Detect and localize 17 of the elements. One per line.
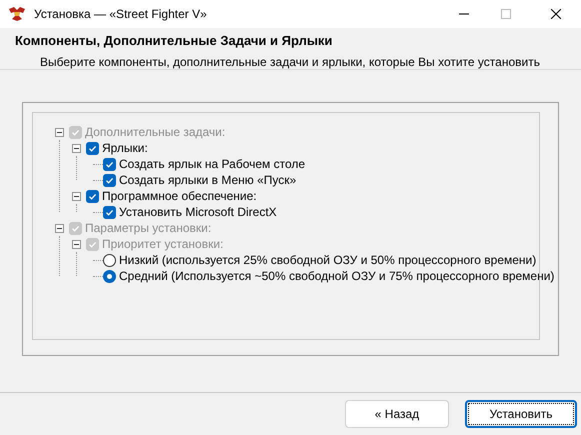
option-label: Создать ярлык на Рабочем столе	[119, 156, 306, 173]
option-label: Приоритет установки:	[102, 236, 224, 253]
back-button[interactable]: « Назад	[345, 400, 449, 428]
window-title: Установка — «Street Fighter V»	[34, 6, 207, 23]
app-logo-icon	[8, 7, 26, 21]
option-label: Создать ярлыки в Меню «Пуск»	[119, 172, 296, 189]
close-icon[interactable]	[551, 9, 561, 19]
page-subtitle: Выберите компоненты, дополнительные задачи и ярлыки, которые Вы хотите установить	[39, 54, 541, 70]
option-label: Дополнительные задачи:	[85, 124, 226, 141]
option-label: Установить Microsoft DirectX	[119, 204, 277, 221]
option-label: Ярлыки:	[102, 140, 148, 157]
page-heading: Компоненты, Дополнительные Задачи и Ярлыки	[15, 32, 334, 50]
option-label: Программное обеспечение:	[102, 188, 257, 205]
install-button[interactable]: Установить	[465, 400, 577, 428]
option-label: Низкий (используется 25% свободной ОЗУ и 50% процессорного времени)	[119, 252, 536, 269]
option-label: Параметры установки:	[85, 220, 212, 237]
option-label: Средний (Используется ~50% свободной ОЗУ и 75% процессорного времени)	[119, 268, 554, 285]
